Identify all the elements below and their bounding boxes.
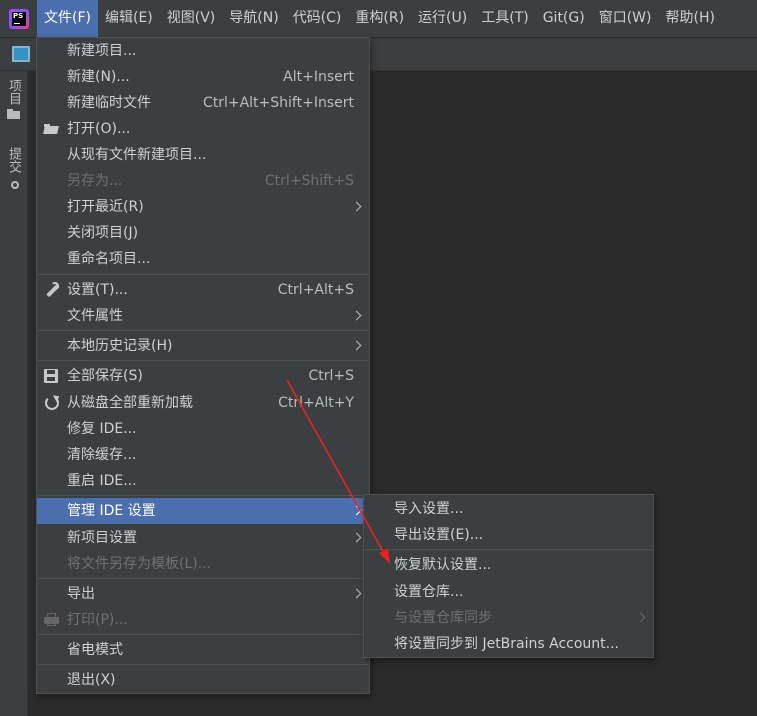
menu-separator [38,330,368,331]
print-icon [43,612,61,628]
menu-item-power-save-mode[interactable]: 省电模式 [37,637,369,663]
shortcut: Ctrl+Alt+S [277,282,354,298]
menu-separator [38,495,368,496]
save-icon [43,368,61,384]
menu-git[interactable]: Git(G) [536,0,592,37]
shortcut: Ctrl+Alt+Y [278,395,354,411]
reload-icon [43,395,61,411]
menu-separator [365,549,652,550]
manage-ide-settings-submenu: 导入设置... 导出设置(E)... 恢复默认设置... 设置仓库... 与设置… [363,494,654,658]
menu-item-file-properties[interactable]: 文件属性 [37,303,369,329]
menu-separator [38,664,368,665]
chevron-right-icon [635,612,646,623]
left-tool-strip: 项目 提交 [0,71,28,716]
menu-item-save-file-as-template: 将文件另存为模板(L)... [67,556,212,572]
tool-tab-commit[interactable]: 提交 [0,147,27,190]
folder-open-icon [43,121,61,137]
tool-tab-commit-label: 提交 [6,147,21,173]
menu-item-save-as: 另存为... Ctrl+Shift+S [37,168,369,194]
menu-item-open[interactable]: 打开(O)... [37,116,369,142]
menu-item-new-project-from-existing[interactable]: 从现有文件新建项目... [37,142,369,168]
menu-item-restart-ide[interactable]: 重启 IDE... [37,468,369,494]
menu-separator [38,578,368,579]
menu-view[interactable]: 视图(V) [160,0,223,37]
menu-item-import-settings[interactable]: 导入设置... [364,496,653,522]
menu-item-open-recent[interactable]: 打开最近(R) [37,194,369,220]
menu-bar: PS 文件(F) 编辑(E) 视图(V) 导航(N) 代码(C) 重构(R) 运… [0,0,757,38]
menu-separator [38,274,368,275]
commit-icon [7,178,20,190]
shortcut: Alt+Insert [283,69,354,85]
menu-window[interactable]: 窗口(W) [592,0,659,37]
menu-item-settings-repository[interactable]: 设置仓库... [364,579,653,605]
menu-item-exit[interactable]: 退出(X) [37,667,369,693]
folder-icon [7,109,20,119]
menu-item-export-settings[interactable]: 导出设置(E)... [364,522,653,548]
project-window-icon[interactable] [12,46,30,62]
chevron-right-icon [351,505,362,516]
menu-item-new-scratch-file[interactable]: 新建临时文件 Ctrl+Alt+Shift+Insert [37,90,369,116]
menu-edit[interactable]: 编辑(E) [98,0,160,37]
menu-separator [38,360,368,361]
menu-tools[interactable]: 工具(T) [474,0,535,37]
menu-item-sync-with-settings-repository: 与设置仓库同步 [364,605,653,631]
menu-item-new-project[interactable]: 新建项目... [37,38,369,64]
chevron-right-icon [351,310,362,321]
menu-item-close-project[interactable]: 关闭项目(J) [37,220,369,246]
menu-item-local-history[interactable]: 本地历史记录(H) [37,333,369,359]
menu-code[interactable]: 代码(C) [286,0,349,37]
menu-separator [38,634,368,635]
logo-text: PS [12,11,26,26]
menu-item-invalidate-caches[interactable]: 清除缓存... [37,442,369,468]
menu-item-export[interactable]: 导出 [37,581,369,607]
menu-item-rename-project[interactable]: 重命名项目... [37,246,369,272]
chevron-right-icon [351,201,362,212]
menu-item-manage-ide-settings[interactable]: 管理 IDE 设置 [37,498,369,524]
menu-item-sync-to-jetbrains-account[interactable]: 将设置同步到 JetBrains Account... [364,631,653,657]
menu-item-reload-all-from-disk[interactable]: 从磁盘全部重新加载 Ctrl+Alt+Y [37,390,369,416]
shortcut: Ctrl+Shift+S [264,173,354,189]
file-menu: 新建项目... 新建(N)... Alt+Insert 新建临时文件 Ctrl+… [36,37,370,694]
shortcut: Ctrl+S [308,368,354,384]
menu-item-print: 打印(P)... [37,607,369,633]
menu-navigate[interactable]: 导航(N) [222,0,285,37]
menu-item-new-project-settings[interactable]: 新项目设置 [37,525,369,551]
phpstorm-logo-icon[interactable]: PS [9,8,29,29]
chevron-right-icon [351,532,362,543]
menu-item-new[interactable]: 新建(N)... Alt+Insert [37,64,369,90]
menu-file[interactable]: 文件(F) [37,0,98,37]
menu-run[interactable]: 运行(U) [411,0,474,37]
menu-item-settings[interactable]: 设置(T)... Ctrl+Alt+S [37,277,369,303]
tool-tab-project-label: 项目 [6,79,21,105]
chevron-right-icon [351,588,362,599]
menu-item-repair-ide[interactable]: 修复 IDE... [37,416,369,442]
menu-refactor[interactable]: 重构(R) [348,0,411,37]
menu-item-save-all[interactable]: 全部保存(S) Ctrl+S [37,363,369,389]
menu-item-restore-default-settings[interactable]: 恢复默认设置... [364,552,653,578]
shortcut: Ctrl+Alt+Shift+Insert [202,95,354,111]
wrench-icon [43,282,61,298]
tool-tab-project[interactable]: 项目 [0,79,27,119]
chevron-right-icon [351,340,362,351]
menu-help[interactable]: 帮助(H) [658,0,721,37]
